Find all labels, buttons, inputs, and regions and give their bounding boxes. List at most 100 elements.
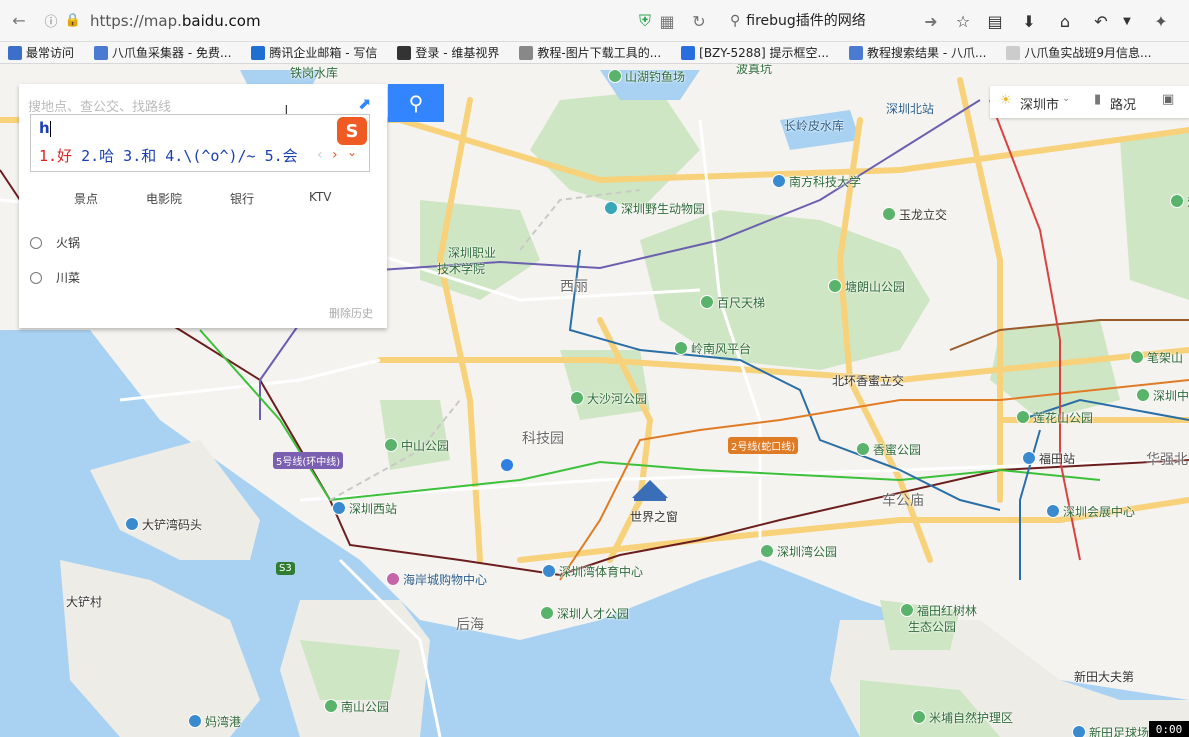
traffic-toggle[interactable]: 路况 bbox=[1110, 94, 1136, 113]
map-place-label[interactable]: 塘朗山公园 bbox=[828, 278, 905, 295]
address-bar[interactable]: https://map.baidu.com bbox=[90, 12, 261, 30]
place-name: 福田红树林 bbox=[917, 604, 978, 618]
map-place-label[interactable]: 深圳北站 bbox=[886, 100, 934, 117]
ime-prev-icon[interactable]: ‹ bbox=[317, 147, 323, 163]
bookmark-item[interactable]: 最常访问 bbox=[0, 44, 74, 61]
place-name: 海岸城购物中心 bbox=[403, 573, 488, 587]
map-place-label[interactable]: 深圳中心 bbox=[1136, 387, 1189, 404]
map-place-label[interactable]: 大铲湾码头 bbox=[125, 516, 202, 533]
history-label: 川菜 bbox=[56, 271, 81, 285]
map-place-label[interactable]: 莲花山公园 bbox=[1016, 409, 1093, 426]
map-place-label[interactable]: 波真坑 bbox=[736, 64, 772, 77]
ime-candidates[interactable]: 1.好 2.哈 3.和 4.\(^o^)/~ 5.会 bbox=[39, 145, 298, 166]
map-place-label[interactable]: 中山公园 bbox=[384, 437, 449, 454]
map-place-label[interactable]: 车公庙 bbox=[882, 490, 924, 510]
map-place-label[interactable]: 深圳人才公园 bbox=[540, 605, 629, 622]
bookmark-favicon-icon bbox=[8, 45, 22, 60]
go-arrow-icon[interactable]: ➜ bbox=[920, 10, 942, 32]
map-place-label[interactable]: 福田红树林 bbox=[900, 602, 977, 619]
magnifier-icon: ⚲ bbox=[408, 91, 424, 115]
map-place-label[interactable]: 深圳湾公园 bbox=[760, 543, 837, 560]
map-place-label[interactable]: 铁岗水库 bbox=[290, 64, 338, 81]
map-place-label[interactable]: 生态公园 bbox=[908, 618, 956, 635]
current-location-dot[interactable] bbox=[501, 459, 513, 471]
map-place-label[interactable]: 后海 bbox=[456, 614, 484, 634]
category-button[interactable]: 景点 bbox=[74, 190, 98, 207]
map-place-label[interactable]: 岭南风平台 bbox=[674, 340, 751, 357]
star-icon[interactable]: ☆ bbox=[952, 10, 974, 32]
map-place-label[interactable]: 北环香蜜立交 bbox=[832, 372, 904, 389]
map-place-label[interactable]: 华强北 bbox=[1146, 449, 1188, 469]
map-place-label[interactable]: 南山公园 bbox=[324, 698, 389, 715]
map-place-label[interactable]: 深圳职业 bbox=[448, 244, 496, 261]
directions-icon[interactable]: ⬈ bbox=[358, 94, 371, 113]
poi-marker-icon bbox=[772, 174, 786, 188]
history-item[interactable]: 火锅 bbox=[30, 234, 80, 251]
map-place-label[interactable]: 技术学院 bbox=[437, 260, 485, 277]
ime-candidate-rest[interactable]: 2.哈 3.和 4.\(^o^)/~ 5.会 bbox=[72, 147, 298, 165]
metro-line-label[interactable]: 2号线(蛇口线) bbox=[728, 437, 799, 454]
map-place-label[interactable]: 长岭皮水库 bbox=[784, 117, 844, 134]
clear-history-link[interactable]: 删除历史 bbox=[329, 305, 373, 321]
map-place-label[interactable]: 世界之窗 bbox=[630, 508, 678, 525]
browser-search[interactable]: ⚲ firebug插件的网络 bbox=[730, 10, 866, 30]
reload-icon[interactable]: ↻ bbox=[688, 10, 710, 32]
weather-icon: ☀ bbox=[1000, 93, 1012, 108]
map-place-label[interactable]: 米埔自然护理区 bbox=[912, 709, 1013, 726]
bookmark-item[interactable]: 教程-图片下载工具的... bbox=[511, 44, 661, 61]
poi-marker-icon bbox=[324, 699, 338, 713]
map-place-label[interactable]: 大铲村 bbox=[66, 593, 102, 610]
category-button[interactable]: KTV bbox=[309, 190, 331, 204]
ime-expand-icon[interactable]: ⌄ bbox=[347, 145, 357, 159]
map-place-label[interactable]: 深圳会展中心 bbox=[1046, 503, 1135, 520]
map-place-label[interactable]: 深圳湾体育中心 bbox=[542, 563, 643, 580]
download-icon[interactable]: ⬇ bbox=[1018, 10, 1040, 32]
qrcode-icon[interactable]: ▦ bbox=[656, 10, 678, 32]
bookmark-item[interactable]: 教程搜索结果 - 八爪... bbox=[841, 44, 986, 61]
metro-line-label[interactable]: 5号线(环中线) bbox=[273, 452, 344, 469]
map-place-label[interactable]: 福田站 bbox=[1022, 450, 1075, 467]
category-button[interactable]: 银行 bbox=[230, 190, 254, 207]
place-name: 笔架山 bbox=[1147, 351, 1184, 365]
ime-next-icon[interactable]: › bbox=[332, 147, 338, 163]
extension-icon[interactable]: ✦ bbox=[1150, 10, 1172, 32]
city-selector[interactable]: 深圳市 bbox=[1020, 94, 1059, 113]
bookmark-item[interactable]: 八爪鱼采集器 - 免费... bbox=[86, 44, 231, 61]
poi-marker-icon bbox=[188, 714, 202, 728]
map-place-label[interactable]: 大沙河公园 bbox=[570, 390, 647, 407]
toolbox-icon[interactable]: ▣ bbox=[1162, 92, 1174, 107]
map-place-label[interactable]: 深圳西站 bbox=[332, 500, 397, 517]
search-button[interactable]: ⚲ bbox=[388, 84, 444, 122]
place-name: 深圳湾体育中心 bbox=[559, 565, 644, 579]
map-place-label[interactable]: 新田足球场 bbox=[1072, 724, 1149, 737]
reader-icon[interactable]: ▤ bbox=[984, 10, 1006, 32]
map-place-label[interactable]: 笔架山 bbox=[1130, 349, 1183, 366]
bookmark-item[interactable]: [BZY-5288] 提示框空... bbox=[673, 44, 829, 61]
info-icon[interactable]: ⓘ bbox=[40, 10, 62, 32]
bookmark-item[interactable]: 腾讯企业邮箱 - 写信 bbox=[243, 44, 377, 61]
chevron-down-icon[interactable]: ⌄ bbox=[1062, 93, 1070, 104]
map-place-label[interactable]: 玉龙立交 bbox=[882, 206, 947, 223]
map-place-label[interactable]: 科技园 bbox=[522, 428, 564, 448]
map-place-label[interactable]: 南方科技大学 bbox=[772, 173, 861, 190]
ime-candidate-1[interactable]: 1.好 bbox=[39, 147, 72, 165]
map-place-label[interactable]: 西丽 bbox=[560, 276, 588, 296]
map-place-label[interactable]: 新田大夫第 bbox=[1074, 668, 1134, 685]
history-item[interactable]: 川菜 bbox=[30, 269, 80, 286]
map-place-label[interactable]: 妈湾港 bbox=[188, 713, 241, 730]
home-icon[interactable]: ⌂ bbox=[1054, 10, 1076, 32]
map-place-label[interactable]: 香蜜公园 bbox=[856, 441, 921, 458]
map-place-label[interactable]: 山湖钓鱼场 bbox=[608, 68, 685, 85]
undo-icon[interactable]: ↶ bbox=[1090, 10, 1112, 32]
map-place-label[interactable]: 百尺天梯 bbox=[700, 294, 765, 311]
map-place-label[interactable]: 郊野 bbox=[1170, 193, 1189, 210]
bookmark-item[interactable]: 八爪鱼实战班9月信息... bbox=[998, 44, 1152, 61]
map-place-label[interactable]: 海岸城购物中心 bbox=[386, 571, 487, 588]
shield-icon[interactable]: ⛨ bbox=[634, 10, 656, 32]
dropdown-icon[interactable]: ▼ bbox=[1116, 10, 1138, 32]
map-place-label[interactable]: 深圳野生动物园 bbox=[604, 200, 705, 217]
back-icon[interactable]: ← bbox=[8, 10, 30, 32]
category-button[interactable]: 电影院 bbox=[146, 190, 182, 207]
metro-line-label[interactable]: S3 bbox=[276, 562, 295, 575]
bookmark-item[interactable]: 登录 - 维基视界 bbox=[389, 44, 499, 61]
